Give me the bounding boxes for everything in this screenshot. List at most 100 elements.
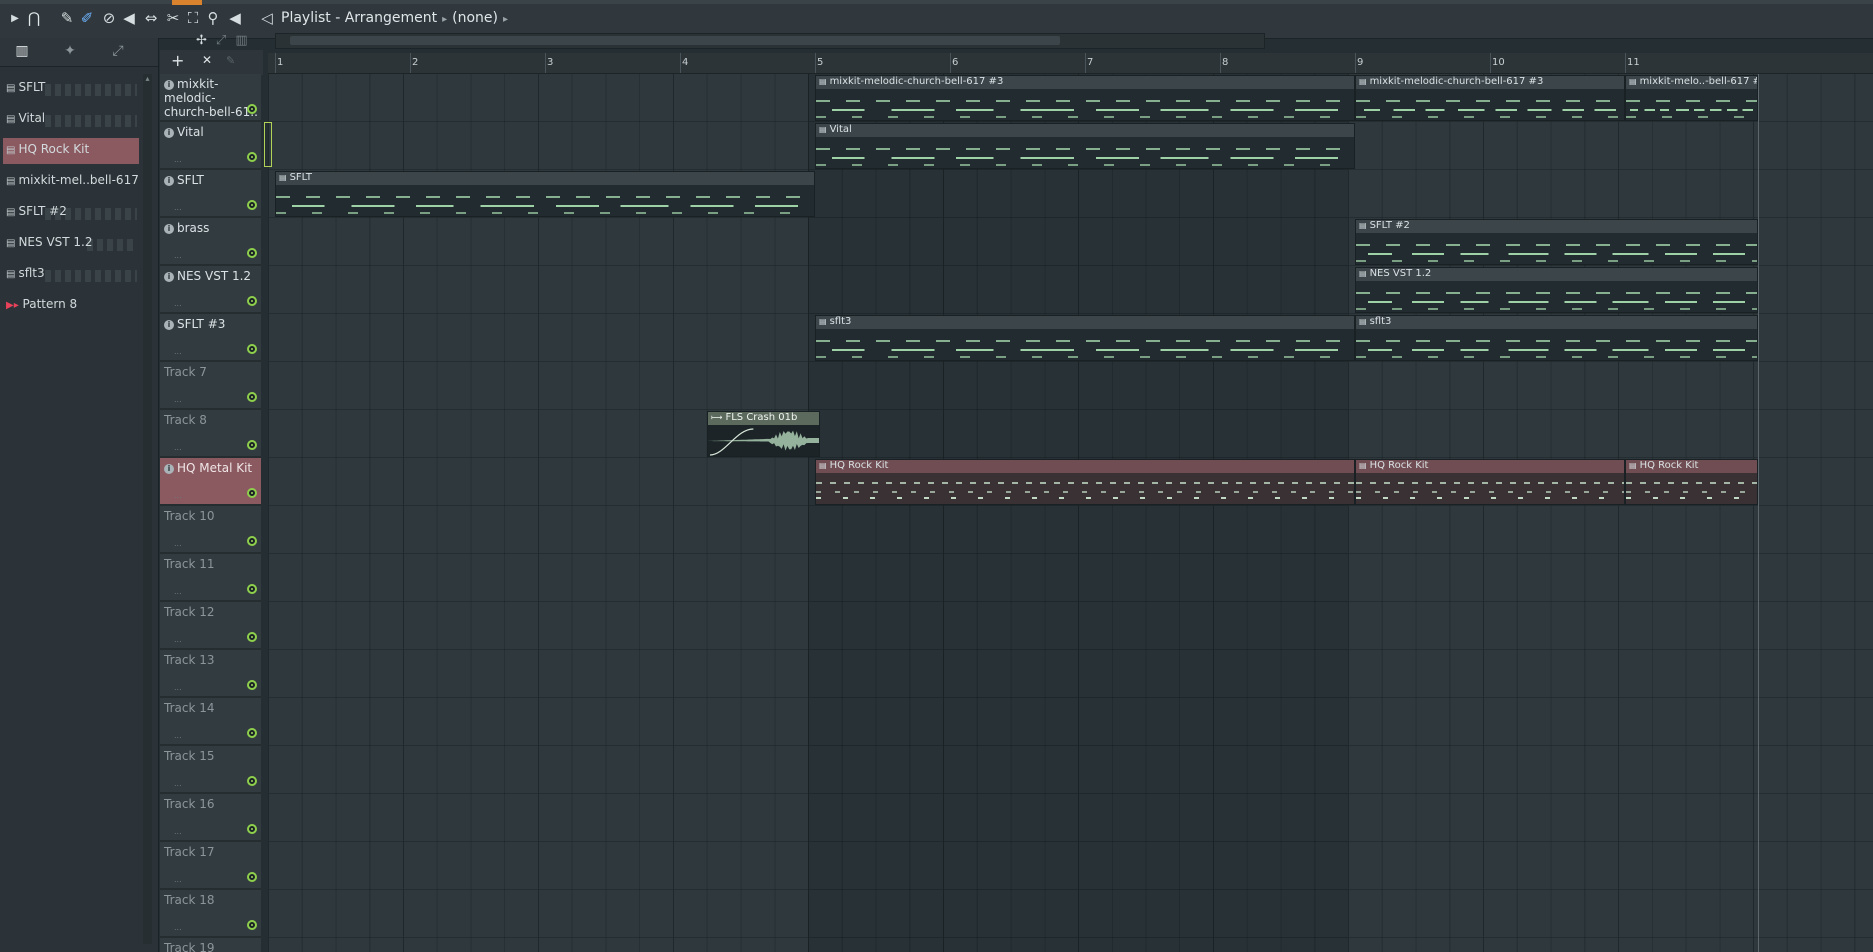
slice-tool-icon[interactable]: ✂ — [164, 8, 182, 28]
pattern-item[interactable]: ▤ NES VST 1.2 — [3, 231, 139, 257]
pattern-clip[interactable]: ▤ sflt3 — [815, 315, 1355, 361]
track-header[interactable]: Track 15... — [160, 746, 261, 794]
pattern-clip[interactable]: ▤ Vital — [815, 123, 1355, 169]
pattern-clip[interactable]: ▤ HQ Rock Kit — [1625, 459, 1758, 505]
playlist-grid[interactable]: ▤ mixkit-melodic-church-bell-617 #3 ▤ mixki… — [268, 74, 1873, 952]
piano-mode-icon[interactable]: ▥ — [235, 33, 247, 48]
scrollbar-thumb[interactable] — [290, 36, 1060, 45]
track-header[interactable]: i NES VST 1.2... — [160, 266, 261, 314]
waveform-icon[interactable]: ✦ — [58, 43, 82, 61]
pattern-item[interactable]: ▤mixkit-mel..bell-617 #3 — [3, 169, 139, 195]
track-header[interactable]: Track 13... — [160, 650, 261, 698]
track-header[interactable]: Track 7... — [160, 362, 261, 410]
track-grip-icon[interactable]: ... — [174, 923, 182, 932]
track-mute-led-icon[interactable] — [247, 920, 257, 930]
track-header[interactable]: Track 19... — [160, 938, 261, 952]
track-grip-icon[interactable]: ... — [174, 299, 182, 308]
track-header[interactable]: Track 12... — [160, 602, 261, 650]
pattern-item[interactable]: ▶▸ Pattern 8 — [3, 293, 139, 319]
track-info-icon[interactable]: i — [164, 272, 174, 282]
track-grip-icon[interactable]: ... — [174, 683, 182, 692]
pattern-clip[interactable]: ▤ mixkit-melo..-bell-617 #3 — [1625, 75, 1758, 121]
track-mute-led-icon[interactable] — [247, 488, 257, 498]
timeline-ruler[interactable]: 1 2 3 4 5 6 7 8 9 10 11 — [268, 53, 1873, 74]
track-mute-led-icon[interactable] — [247, 104, 257, 114]
pattern-item[interactable]: ▤ Vital — [3, 107, 139, 133]
select-tool-icon[interactable]: ⛶ — [184, 8, 202, 28]
crosshair-icon[interactable]: ✢ — [196, 33, 207, 48]
track-header[interactable]: Track 18... — [160, 890, 261, 938]
draw-pencil-icon[interactable]: ✎ — [58, 8, 76, 28]
automation-icon[interactable]: ⤢ — [106, 43, 130, 61]
track-grip-icon[interactable]: ... — [174, 779, 182, 788]
track-header[interactable]: i HQ Metal Kit... — [160, 458, 261, 506]
pattern-clip[interactable]: ▤ HQ Rock Kit — [1355, 459, 1625, 505]
pattern-clip[interactable]: ▤ NES VST 1.2 — [1355, 267, 1758, 313]
speaker-icon[interactable]: ◁ — [258, 8, 276, 28]
options-arrow-icon[interactable]: ▶ — [6, 8, 24, 28]
track-mute-led-icon[interactable] — [247, 680, 257, 690]
track-grip-icon[interactable]: ... — [174, 827, 182, 836]
track-header[interactable]: Track 8... — [160, 410, 261, 458]
track-mute-led-icon[interactable] — [247, 248, 257, 258]
track-header[interactable]: Track 16... — [160, 794, 261, 842]
pattern-item[interactable]: ▤ sflt3 — [3, 262, 139, 288]
picker-scrollbar[interactable]: ▴ — [143, 74, 152, 944]
track-grip-icon[interactable]: ... — [174, 251, 182, 260]
track-mute-led-icon[interactable] — [247, 440, 257, 450]
current-pattern-text[interactable]: (none) — [452, 10, 498, 26]
pattern-clip[interactable]: ▤ sflt3 — [1355, 315, 1758, 361]
slip-tool-icon[interactable]: ⇔ — [142, 8, 160, 28]
track-mute-led-icon[interactable] — [247, 536, 257, 546]
track-grip-icon[interactable]: ... — [174, 155, 182, 164]
pattern-clip[interactable]: ▤ HQ Rock Kit — [815, 459, 1355, 505]
track-header[interactable]: Track 14... — [160, 698, 261, 746]
track-header[interactable]: i SFLT... — [160, 170, 261, 218]
track-header[interactable]: Track 10... — [160, 506, 261, 554]
link-icon[interactable]: ⤢ — [216, 33, 226, 48]
track-mute-led-icon[interactable] — [247, 152, 257, 162]
track-grip-icon[interactable]: ... — [174, 875, 182, 884]
playback-tool-icon[interactable]: ◀ — [226, 8, 244, 28]
track-info-icon[interactable]: i — [164, 128, 174, 138]
add-track-button[interactable]: + — [171, 51, 184, 70]
delete-tool-icon[interactable]: ⊘ — [100, 8, 118, 28]
track-grip-icon[interactable]: ... — [174, 107, 182, 116]
track-info-icon[interactable]: i — [164, 224, 174, 234]
track-mute-led-icon[interactable] — [247, 392, 257, 402]
track-header[interactable]: i SFLT #3... — [160, 314, 261, 362]
track-grip-icon[interactable]: ... — [174, 347, 182, 356]
track-mute-led-icon[interactable] — [247, 344, 257, 354]
pattern-clip[interactable]: ▤ mixkit-melodic-church-bell-617 #3 — [1355, 75, 1625, 121]
track-header[interactable]: Track 17... — [160, 842, 261, 890]
pattern-item-selected[interactable]: ▤ HQ Rock Kit — [3, 138, 139, 164]
track-info-icon[interactable]: i — [164, 176, 174, 186]
playhead-position[interactable] — [264, 122, 272, 167]
paint-brush-icon[interactable]: ✐ — [78, 8, 96, 28]
track-header[interactable]: i mixkit-melodic-church-bell-61..... — [160, 74, 261, 122]
close-x-icon[interactable]: ✕ — [202, 53, 212, 67]
track-header[interactable]: i brass... — [160, 218, 261, 266]
edit-pencil-icon[interactable]: ✎ — [226, 54, 235, 67]
track-grip-icon[interactable]: ... — [174, 491, 182, 500]
track-grip-icon[interactable]: ... — [174, 539, 182, 548]
track-info-icon[interactable]: i — [164, 80, 174, 90]
track-grip-icon[interactable]: ... — [174, 587, 182, 596]
track-mute-led-icon[interactable] — [247, 872, 257, 882]
track-mute-led-icon[interactable] — [247, 776, 257, 786]
mute-tool-icon[interactable]: ◀ — [120, 8, 138, 28]
piano-keys-icon[interactable]: ▥ — [10, 43, 34, 61]
track-info-icon[interactable]: i — [164, 320, 174, 330]
track-grip-icon[interactable]: ... — [174, 395, 182, 404]
pattern-item[interactable]: ▤ SFLT #2 — [3, 200, 139, 226]
pattern-clip[interactable]: ▤ SFLT #2 — [1355, 219, 1758, 265]
track-info-icon[interactable]: i — [164, 464, 174, 474]
horizontal-scrollbar[interactable] — [275, 33, 1265, 49]
track-mute-led-icon[interactable] — [247, 584, 257, 594]
track-header[interactable]: Track 11... — [160, 554, 261, 602]
track-grip-icon[interactable]: ... — [174, 731, 182, 740]
track-mute-led-icon[interactable] — [247, 200, 257, 210]
track-mute-led-icon[interactable] — [247, 824, 257, 834]
track-grip-icon[interactable]: ... — [174, 635, 182, 644]
audio-clip[interactable]: ⟼ FLS Crash 01b — [707, 411, 821, 457]
